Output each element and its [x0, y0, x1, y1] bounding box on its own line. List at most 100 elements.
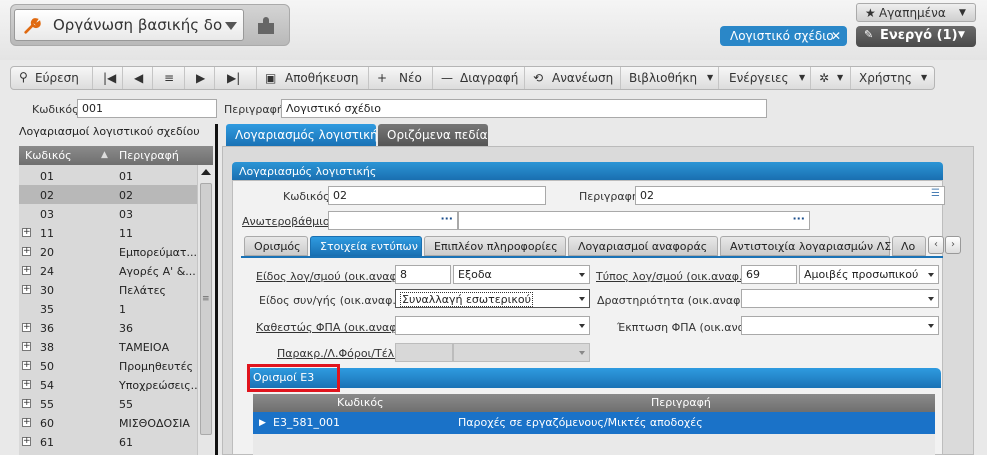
actions-menu[interactable]: Ενέργειες ▼ [719, 67, 811, 89]
list-item[interactable]: +11 11 [19, 223, 197, 242]
list-item[interactable]: +36 36 [19, 318, 197, 337]
list-button[interactable]: ≡ [153, 67, 185, 89]
users-menu[interactable]: Χρήστης ▼ [851, 67, 935, 89]
expand-icon[interactable]: + [22, 380, 31, 389]
refresh-button[interactable]: ⟲ Ανανέωση [525, 67, 621, 89]
scroll-up-icon[interactable] [201, 169, 211, 175]
account-kind-label[interactable]: Τύπος λογ/σμού (οικ.αναφ.) [596, 270, 747, 283]
list-item[interactable]: +55 55 [19, 394, 197, 413]
list-item-description: ΜΙΣΘΟΔΟΣΙΑ [119, 417, 190, 430]
scroll-thumb[interactable]: ≡ [200, 183, 212, 435]
expand-icon[interactable]: + [22, 399, 31, 408]
settings-menu[interactable]: ✲ ▼ [811, 67, 851, 89]
tab-form-data-label: Στοιχεία εντύπων [320, 240, 418, 253]
column-description-header[interactable]: Περιγραφή [119, 149, 179, 162]
activity-select[interactable] [741, 289, 939, 308]
vat-status-label[interactable]: Καθεστώς ΦΠΑ (οικ.αναφ.) [256, 321, 404, 334]
save-button[interactable]: ▣ Αποθήκευση [257, 67, 369, 89]
language-icon[interactable]: ☰ [931, 188, 940, 199]
list-item[interactable]: 01 01 [19, 166, 197, 185]
list-item[interactable]: +20 Εμπορεύματ... [19, 242, 197, 261]
account-kind-code-input[interactable]: 69 [741, 265, 797, 284]
delete-button[interactable]: — Διαγραφή [433, 67, 525, 89]
expand-icon[interactable]: + [22, 228, 31, 237]
next-record-button[interactable]: ▶ [185, 67, 215, 89]
account-description-value: 02 [640, 189, 654, 202]
previous-record-button[interactable]: ◀ [123, 67, 153, 89]
library-label: Βιβλιοθήκη [629, 71, 698, 85]
search-button[interactable]: ⚲ Εύρεση [11, 67, 93, 89]
list-item-code: 38 [40, 341, 54, 354]
module-label: Οργάνωση βασικής δομής [53, 16, 223, 34]
open-tab-tag[interactable]: Λογιστικό σχέδιο ✕ [720, 26, 847, 46]
list-item[interactable]: 35 1 [19, 299, 197, 318]
transaction-type-select[interactable]: Συναλλαγή εσωτερικού [395, 289, 590, 308]
puzzle-icon[interactable] [255, 15, 277, 37]
tab-reference-accounts-label: Λογαριασμοί αναφοράς [578, 240, 708, 253]
list-item[interactable]: +30 Πελάτες [19, 280, 197, 299]
panel-splitter[interactable] [215, 124, 218, 455]
active-windows-button[interactable]: ✎ Ενεργό (1) ▼ [856, 26, 976, 47]
list-item[interactable]: 02 02 [19, 185, 197, 204]
withholding-label[interactable]: Παρακρ./Λ.Φόροι/Τέλη [277, 347, 401, 360]
expand-icon[interactable]: + [22, 437, 31, 446]
first-record-button[interactable]: |◀ [93, 67, 123, 89]
code-label: Κωδικός [32, 103, 79, 116]
list-item[interactable]: +60 ΜΙΣΘΟΔΟΣΙΑ [19, 413, 197, 432]
expand-icon[interactable]: + [22, 285, 31, 294]
expand-icon[interactable]: + [22, 342, 31, 351]
tab-account[interactable]: Λογαριασμός λογιστικής [226, 124, 385, 146]
expand-icon[interactable]: + [22, 247, 31, 256]
tabs-scroll-right-icon[interactable]: › [945, 236, 961, 254]
vat-status-select[interactable] [395, 316, 590, 335]
expand-icon[interactable]: + [22, 323, 31, 332]
list-item[interactable]: +54 Υποχρεώσεις... [19, 375, 197, 394]
list-item[interactable]: +24 Αγορές Α' &... [19, 261, 197, 280]
e3-column-code-header[interactable]: Κωδικός [337, 396, 384, 409]
list-item[interactable]: +50 Προμηθευτές [19, 356, 197, 375]
account-type-code-input[interactable]: 8 [395, 265, 451, 284]
chevron-down-icon: ▼ [707, 73, 714, 82]
account-kind-select[interactable]: Αμοιβές προσωπικού [799, 265, 939, 284]
expand-icon[interactable]: + [22, 361, 31, 370]
column-code-header[interactable]: Κωδικός [25, 149, 72, 162]
list-item[interactable]: +38 ΤΑΜΕΙΟΑ [19, 337, 197, 356]
account-type-label[interactable]: Είδος λογ/σμού (οικ.αναφ.) [256, 270, 405, 283]
list-item[interactable]: +61 61 [19, 432, 197, 451]
tab-form-data[interactable]: Στοιχεία εντύπων [310, 236, 422, 256]
last-record-button[interactable]: ▶| [215, 67, 257, 89]
table-row[interactable]: ▶ E3_581_001 Παροχές σε εργαζόμενους/Μικ… [253, 412, 935, 434]
tab-custom-fields[interactable]: Οριζόμενα πεδία [378, 124, 488, 146]
new-button[interactable]: + Νέο [369, 67, 433, 89]
tab-more[interactable]: Λο [892, 236, 926, 256]
list-item-code: 03 [40, 208, 54, 221]
vat-deduction-select[interactable] [741, 316, 939, 335]
code-input[interactable]: 001 [77, 99, 217, 118]
library-menu[interactable]: Βιβλιοθήκη ▼ [621, 67, 719, 89]
chevron-down-icon [225, 22, 237, 30]
expand-icon[interactable]: + [22, 266, 31, 275]
tabs-scroll-left-icon[interactable]: ‹ [928, 236, 944, 254]
list-item-code: 54 [40, 379, 54, 392]
parent-account-description-input[interactable]: ··· [458, 211, 810, 230]
lookup-icon[interactable]: ··· [792, 212, 805, 225]
account-code-input[interactable]: 02 [328, 186, 546, 205]
tab-extra-info[interactable]: Επιπλέον πληροφορίες [424, 236, 566, 256]
parent-account-code-input[interactable]: ··· [328, 211, 458, 230]
list-item-code: 35 [40, 303, 54, 316]
description-input[interactable]: Λογιστικό σχέδιο [281, 99, 767, 118]
account-type-select[interactable]: Εξοδα [453, 265, 590, 284]
lookup-icon[interactable]: ··· [440, 212, 453, 225]
account-description-input[interactable]: 02 ☰ [635, 186, 945, 205]
parent-account-label[interactable]: Ανωτεροβάθμιος [242, 215, 336, 228]
tab-definition[interactable]: Ορισμός [244, 236, 308, 256]
list-item[interactable]: 03 03 [19, 204, 197, 223]
module-select[interactable]: Οργάνωση βασικής δομής [14, 9, 244, 41]
favorites-button[interactable]: ★ Αγαπημένα ▼ [856, 3, 976, 22]
tab-account-mapping[interactable]: Αντιστοιχία λογαριασμών ΛΣ [720, 236, 891, 256]
e3-column-description-header[interactable]: Περιγραφή [651, 396, 711, 409]
tab-reference-accounts[interactable]: Λογαριασμοί αναφοράς [568, 236, 718, 256]
accounts-scrollbar[interactable]: ≡ [197, 165, 213, 455]
expand-icon[interactable]: + [22, 418, 31, 427]
close-icon[interactable]: ✕ [831, 29, 841, 43]
